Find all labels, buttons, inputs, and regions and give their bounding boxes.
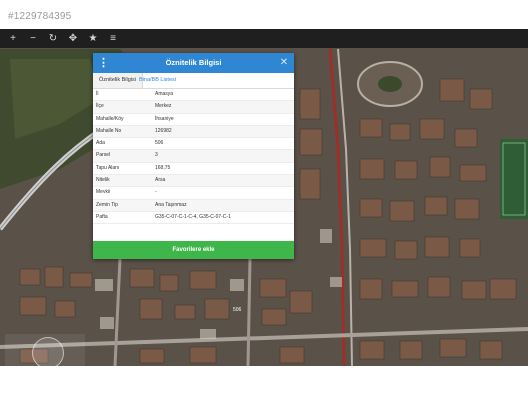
table-row: Mahalle/Köy İhsaniye xyxy=(93,114,294,126)
listing-id: #1229784395 xyxy=(8,11,72,22)
dialog-title: Öznitelik Bilgisi xyxy=(165,58,222,67)
table-row: Mevkii - xyxy=(93,187,294,200)
logo-emblem xyxy=(32,337,64,369)
row-value: 126982 xyxy=(155,127,172,134)
row-key: Nitelik xyxy=(96,177,110,184)
row-key: Pafta xyxy=(96,213,108,220)
row-key: Mevkii xyxy=(96,189,111,196)
row-value: - xyxy=(155,189,157,196)
row-value: G35-C-07-C-1-C-4, G35-C-07-C-1 xyxy=(155,213,231,220)
star-icon[interactable]: ★ xyxy=(86,32,100,46)
attribute-dialog: ⋮ Öznitelik Bilgisi ✕ Öznitelik Bilgisi … xyxy=(93,53,294,259)
dialog-header: ⋮ Öznitelik Bilgisi ✕ xyxy=(93,53,294,73)
table-row: İlçe Merkez xyxy=(93,101,294,114)
close-icon[interactable]: ✕ xyxy=(278,56,290,70)
row-key: Zemin Tip xyxy=(96,201,118,208)
add-to-favorites-button[interactable]: Favorilere ekle xyxy=(93,241,294,259)
row-key: Mahalle/Köy xyxy=(96,115,124,122)
row-value: Arsa xyxy=(155,177,166,184)
row-value: 3 xyxy=(155,152,158,159)
map-toolbar: + − ↻ ✥ ★ ≡ xyxy=(0,29,528,48)
table-row: Nitelik Arsa xyxy=(93,175,294,188)
pan-icon[interactable]: ✥ xyxy=(66,32,80,46)
row-key: Ada xyxy=(96,140,105,147)
table-row: Tapu Alanı 168,75 xyxy=(93,163,294,176)
row-value: 506 xyxy=(155,140,164,147)
tab-building-list[interactable]: Bina/BB Listesi xyxy=(133,73,182,88)
row-value: Amasya xyxy=(155,91,174,97)
attribute-table: İl Amasya İlçe Merkez Mahalle/Köy İhsaniye … xyxy=(93,89,294,225)
logo-subtitle: GAYRİMENKUL xyxy=(26,376,64,381)
watermark-logo: GOOD INVEST ATLAS GAYRİMENKUL xyxy=(5,334,85,385)
zoom-out-icon[interactable]: − xyxy=(26,32,40,46)
table-row: İl Amasya xyxy=(93,89,294,102)
table-row: Ada 506 xyxy=(93,138,294,151)
row-value: 168,75 xyxy=(155,164,171,171)
row-value: Ana Taşınmaz xyxy=(155,201,187,208)
row-key: Parsel xyxy=(96,152,111,159)
table-row: Zemin Tip Ana Taşınmaz xyxy=(93,199,294,212)
table-row: Parsel 3 xyxy=(93,150,294,163)
row-key: Tapu Alanı xyxy=(96,164,120,171)
refresh-icon[interactable]: ↻ xyxy=(46,32,60,46)
parcel-tag: 506 xyxy=(233,307,242,313)
row-key: İlçe xyxy=(96,103,104,110)
ruler-icon[interactable]: ≡ xyxy=(106,32,120,46)
zoom-in-icon[interactable]: + xyxy=(6,32,20,46)
logo-name: GOOD INVEST ATLAS xyxy=(11,368,79,374)
dialog-tabs: Öznitelik Bilgisi Bina/BB Listesi xyxy=(93,73,294,89)
row-key: İl xyxy=(96,91,99,97)
table-row: Pafta G35-C-07-C-1-C-4, G35-C-07-C-1 xyxy=(93,212,294,225)
table-row: Mahalle No 126982 xyxy=(93,125,294,139)
row-key: Mahalle No xyxy=(96,127,122,134)
row-value: İhsaniye xyxy=(155,115,174,122)
row-value: Merkez xyxy=(155,103,172,110)
